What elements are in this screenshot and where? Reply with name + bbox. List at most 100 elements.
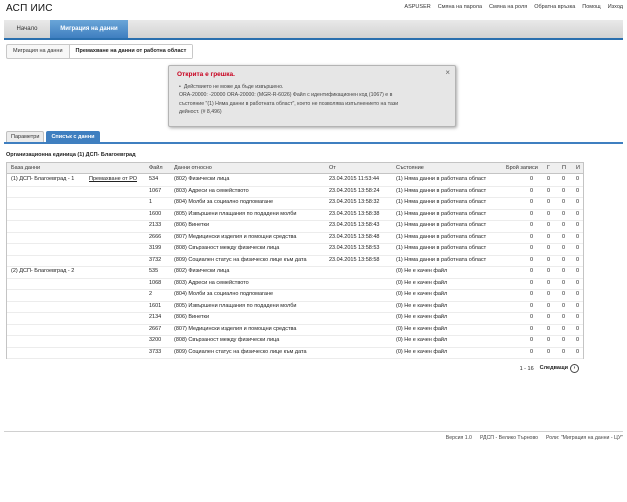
cell-g: 0 [547,187,551,194]
header-base[interactable]: База данни [11,163,40,173]
cell-state: (0) Не е качен файл [396,268,448,274]
app-title: АСП ИИС [6,3,53,14]
table-header: База данни Файл Данни относно От Състоян… [7,163,583,174]
feedback-link[interactable]: Обратна връзка [534,4,575,10]
close-icon[interactable]: × [445,68,450,77]
table-row[interactable]: 3733 (809) Социален статус на физическо л… [7,347,583,359]
error-line-2: ORA-20000: -20000 ORA-20000: (MGR-R-6026… [179,92,393,99]
cell-g: 0 [547,348,551,355]
cell-state: (1) Няма данни в работната област [396,233,487,240]
header-p[interactable]: П [562,163,566,173]
main-nav: Начало Миграция на данни [4,20,623,40]
cell-p: 0 [562,291,566,297]
cell-i: 0 [576,187,580,194]
cell-i: 0 [576,279,580,286]
cell-state: (0) Не е качен файл [396,348,448,355]
cell-g: 0 [547,302,551,309]
cell-base: (1) ДСП- Благоевград - 1 [11,176,75,182]
next-page-button[interactable]: Следващи › [540,364,579,373]
help-link[interactable]: Помощ [582,4,600,10]
cell-data: (803) Адреси на семейството [174,279,249,286]
cell-i: 0 [576,176,580,182]
cell-g: 0 [547,279,551,286]
cell-data: (804) Молби за социално подпомагане [174,291,274,297]
cell-state: (1) Няма данни в работната област [396,176,487,182]
cell-g: 0 [547,256,551,263]
remove-from-workarea-link[interactable]: Премахване от РО [89,174,137,185]
header-data[interactable]: Данни относно [174,163,212,173]
user-link[interactable]: ASPUSER [404,4,430,10]
bullet-icon: • [179,84,181,90]
cell-count: 0 [529,348,533,355]
cell-file: 1600 [149,210,162,217]
cell-file: 1 [149,199,153,205]
cell-data: (805) Извършени плащания по подадени мол… [174,302,297,309]
cell-data: (805) Извършени плащания по подадени мол… [174,210,297,217]
cell-data: (807) Медицински изделия и помощни средс… [174,233,297,240]
cell-file: 3732 [149,256,162,263]
header-from[interactable]: От [329,163,336,173]
cell-count: 0 [529,291,533,297]
cell-file: 3733 [149,348,162,355]
cell-from: 23.04.2015 13:58:24 [329,187,380,194]
header-file[interactable]: Файл [149,163,163,173]
tab-underline [4,142,623,144]
cell-count: 0 [529,268,533,274]
cell-i: 0 [576,245,580,251]
cell-g: 0 [547,337,551,343]
cell-base: (2) ДСП- Благоевград - 2 [11,268,75,274]
nav-tab-home[interactable]: Начало [8,20,46,38]
cell-g: 0 [547,245,551,251]
cell-data: (806) Винетки [174,314,210,320]
cell-g: 0 [547,176,551,182]
cell-g: 0 [547,233,551,240]
cell-data: (807) Медицински изделия и помощни средс… [174,325,297,332]
cell-p: 0 [562,176,566,182]
cell-g: 0 [547,210,551,217]
nav-tab-data-migration[interactable]: Миграция на данни [50,20,128,38]
cell-count: 0 [529,337,533,343]
cell-count: 0 [529,245,533,251]
cell-state: (0) Не е качен файл [396,337,448,343]
cell-count: 0 [529,210,533,217]
cell-file: 1068 [149,279,162,286]
cell-state: (1) Няма данни в работната област [396,245,487,251]
cell-file: 2134 [149,314,162,320]
cell-count: 0 [529,233,533,240]
tab-data-list[interactable]: Списък с данни [46,131,100,142]
error-line-3: състояние "(1) Няма данни в работната об… [179,100,399,107]
cell-count: 0 [529,176,533,182]
cell-state: (1) Няма данни в работната област [396,222,487,228]
cell-i: 0 [576,233,580,240]
cell-i: 0 [576,210,580,217]
cell-g: 0 [547,199,551,205]
logout-link[interactable]: Изход [608,4,623,10]
cell-g: 0 [547,268,551,274]
chevron-right-icon: › [570,364,579,373]
header-state[interactable]: Състояние [396,163,424,173]
top-links: ASPUSER Смяна на парола Смяна на роля Об… [404,4,623,10]
footer: Версия 1.0 РДСП - Велико Търново Роли: "… [446,435,623,441]
cell-data: (808) Свързаност между физически лица [174,337,280,343]
tab-parameters[interactable]: Параметри [6,131,45,142]
cell-p: 0 [562,314,566,320]
cell-p: 0 [562,325,566,332]
cell-from: 23.04.2015 13:58:48 [329,233,380,240]
cell-data: (804) Молби за социално подпомагане [174,199,274,205]
cell-file: 535 [149,268,159,274]
breadcrumb-data-migration[interactable]: Миграция на данни [7,45,70,58]
cell-file: 3199 [149,245,162,251]
error-title: Открита е грешка. [177,71,235,78]
change-password-link[interactable]: Смяна на парола [438,4,482,10]
cell-i: 0 [576,199,580,205]
pager-range: 1 - 16 [519,365,534,372]
cell-from: 23.04.2015 13:58:32 [329,199,380,205]
cell-p: 0 [562,233,566,240]
header-i[interactable]: И [576,163,580,173]
cell-p: 0 [562,210,566,217]
footer-version: Версия 1.0 [445,435,472,441]
header-count[interactable]: Брой записи [506,163,538,173]
change-role-link[interactable]: Смяна на роля [489,4,527,10]
cell-count: 0 [529,302,533,309]
header-g[interactable]: Г [547,163,550,173]
